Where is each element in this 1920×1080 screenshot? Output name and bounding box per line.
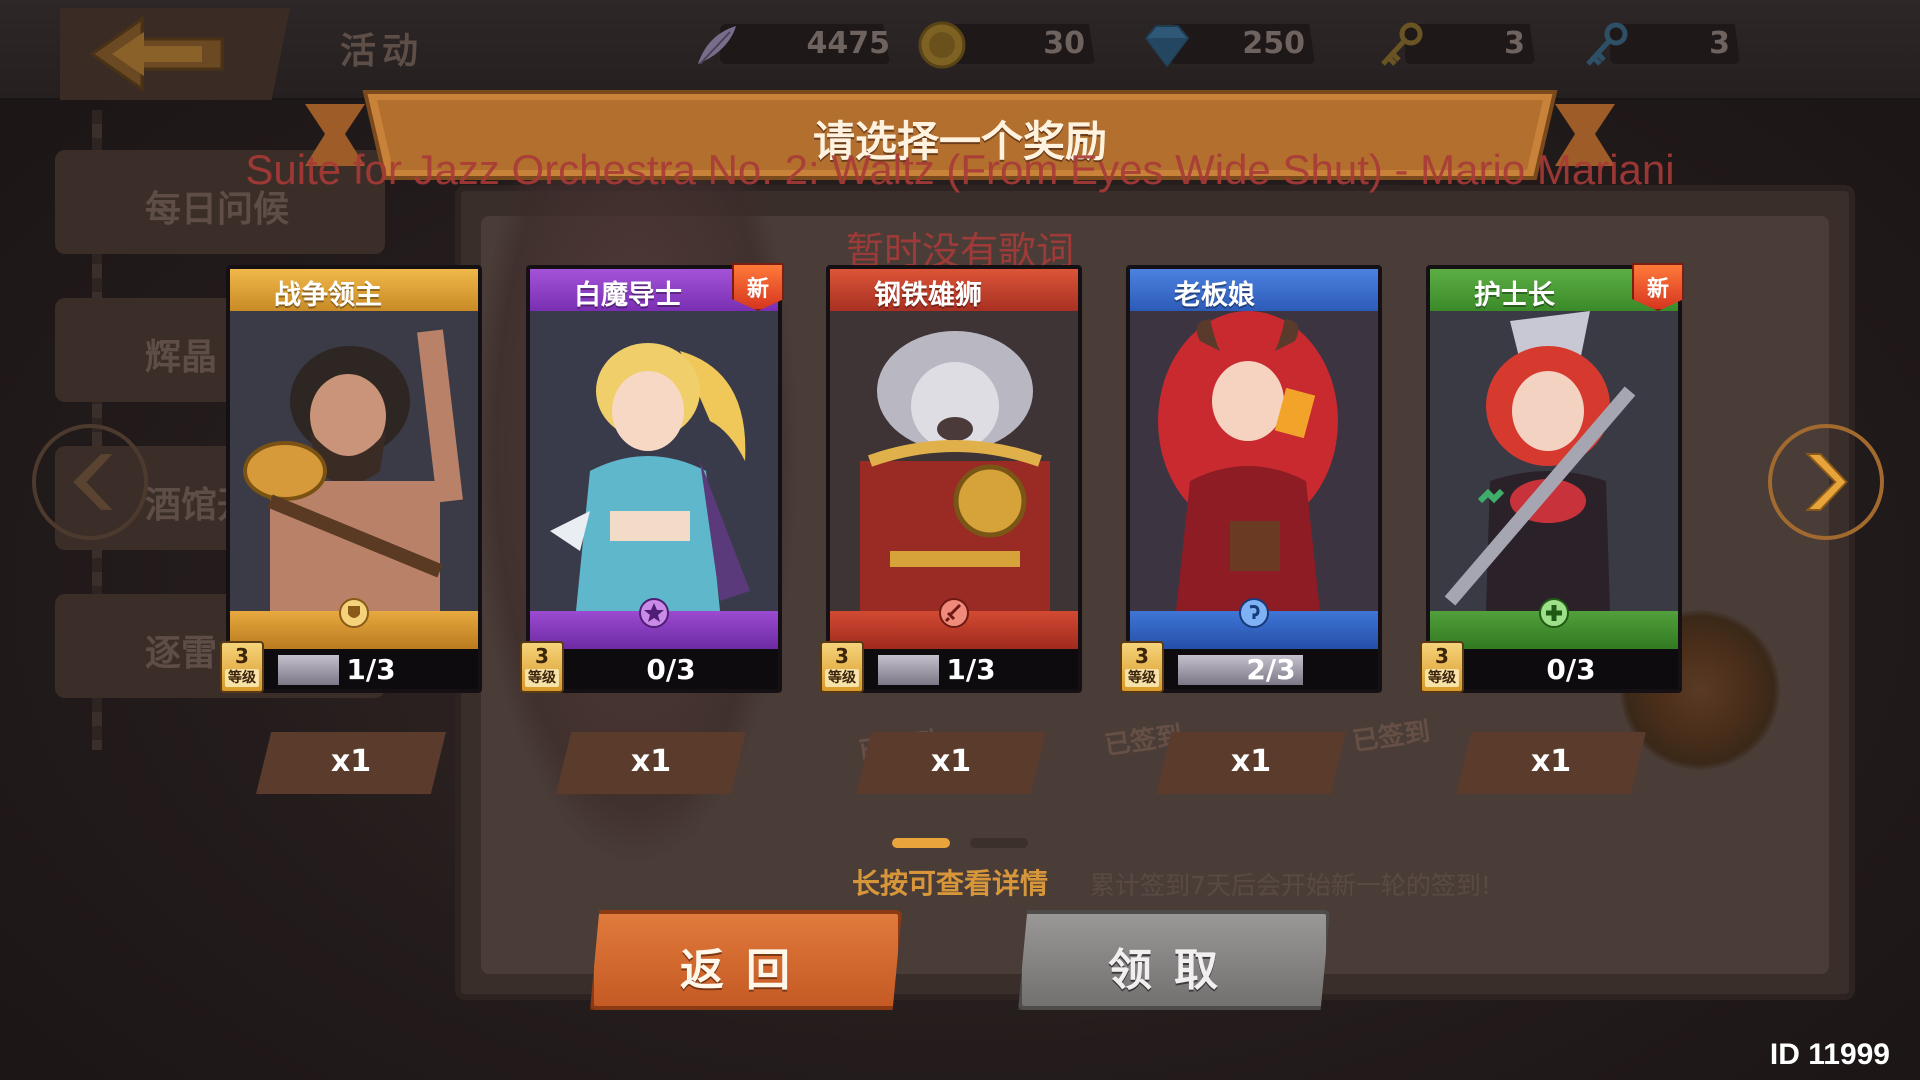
- reward-quantity: x1: [256, 732, 446, 794]
- long-press-hint: 长按可查看详情: [852, 867, 1049, 900]
- shield-icon: [339, 598, 369, 628]
- hero-card-white-mage[interactable]: 白魔导士 0/3 3 等级 新: [520, 263, 784, 693]
- progress-text: 0/3: [1546, 653, 1596, 686]
- hero-portrait: [230, 311, 478, 611]
- prev-page-button[interactable]: [32, 424, 148, 540]
- hero-portrait: [530, 311, 778, 611]
- progress-text: 2/3: [1246, 653, 1296, 686]
- next-page-button[interactable]: [1768, 424, 1884, 540]
- progress-bar: 1/3: [830, 649, 1078, 689]
- level-badge: 3 等级: [520, 641, 564, 693]
- hero-name: 战争领主: [230, 269, 478, 311]
- progress-text: 1/3: [346, 653, 396, 686]
- hero-name: 钢铁雄狮: [830, 269, 1078, 311]
- hero-portrait: [830, 311, 1078, 611]
- back-button[interactable]: 返回: [590, 910, 902, 1010]
- sword-icon: [939, 598, 969, 628]
- claim-button[interactable]: 领取: [1018, 910, 1330, 1010]
- star-icon: [639, 598, 669, 628]
- feather-icon: [698, 26, 736, 65]
- top-back-button[interactable]: [60, 8, 290, 100]
- page-dot: [970, 838, 1028, 848]
- level-badge: 3 等级: [1120, 641, 1164, 693]
- hero-card-proprietress[interactable]: 老板娘 2/3 3 等级: [1120, 265, 1382, 693]
- resource-diamond[interactable]: 250: [1140, 20, 1315, 68]
- progress-text: 0/3: [646, 653, 696, 686]
- page-title: 活动: [340, 31, 425, 72]
- progress-text: 1/3: [946, 653, 996, 686]
- resource-gold-key[interactable]: 3: [1375, 20, 1535, 66]
- music-overlay-text: Suite for Jazz Orchestra No. 2: Waltz (F…: [245, 146, 1675, 193]
- reward-quantity: x1: [856, 732, 1046, 794]
- reward-quantity: x1: [1156, 732, 1346, 794]
- hero-card-iron-lion[interactable]: 钢铁雄狮 1/3 3 等级: [820, 265, 1082, 693]
- hero-portrait: [1430, 311, 1678, 611]
- level-badge: 3 等级: [220, 641, 264, 693]
- progress-bar: 2/3: [1130, 649, 1378, 689]
- hero-card-warlord[interactable]: 战争领主 1/3 3 等级: [220, 265, 482, 693]
- chevron-right-icon: [1805, 453, 1848, 511]
- resource-gold[interactable]: 30: [915, 20, 1095, 69]
- resource-feather[interactable]: 4475: [690, 20, 890, 66]
- page-dot-active: [892, 838, 950, 848]
- sign-in-hint: 累计签到7天后会开始新一轮的签到!: [1090, 871, 1491, 900]
- top-bar: 活动 4475 30 250 3 3: [0, 0, 1920, 100]
- magic-icon: [1239, 598, 1269, 628]
- level-badge: 3 等级: [1420, 641, 1464, 693]
- heal-icon: [1539, 598, 1569, 628]
- gold-coin-icon: [918, 21, 966, 69]
- hero-portrait: [1130, 311, 1378, 611]
- reward-quantity: x1: [1456, 732, 1646, 794]
- progress-bar: 1/3: [230, 649, 478, 689]
- hero-name: 老板娘: [1130, 269, 1378, 311]
- hero-card-head-nurse[interactable]: 护士长 0/3 3 等级 新: [1420, 263, 1684, 693]
- page-indicator: [892, 838, 1028, 848]
- back-arrow-icon: [89, 16, 224, 92]
- resource-blue-key[interactable]: 3: [1580, 20, 1740, 66]
- progress-bar: 0/3: [1430, 649, 1678, 689]
- chevron-left-icon: [73, 454, 113, 510]
- level-badge: 3 等级: [820, 641, 864, 693]
- player-id: ID 11999: [1769, 1038, 1890, 1071]
- reward-quantity: x1: [556, 732, 746, 794]
- progress-bar: 0/3: [530, 649, 778, 689]
